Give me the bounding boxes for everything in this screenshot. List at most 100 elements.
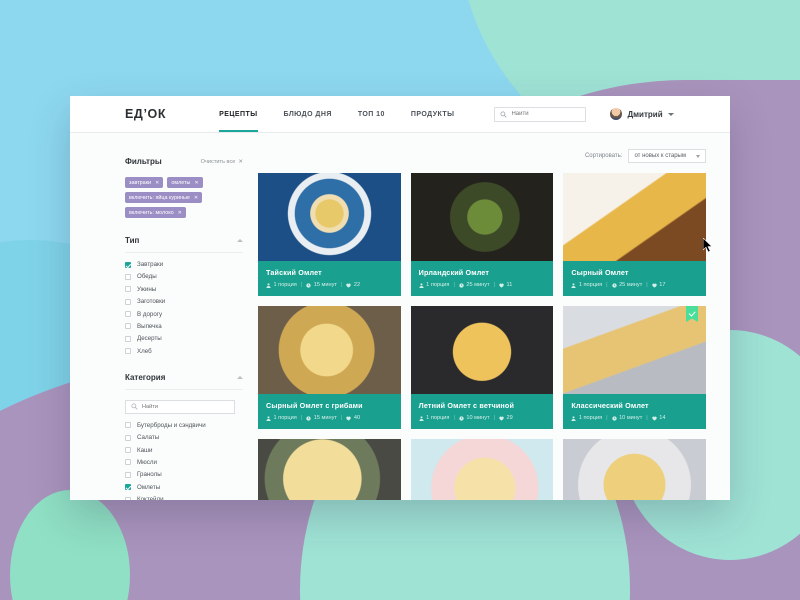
nav-item-3[interactable]: ПРОДУКТЫ [411,96,455,132]
recipe-servings: 1 порция [571,282,602,288]
checkbox-icon[interactable] [125,298,131,305]
person-icon [571,282,576,288]
type-option-label: Выпечка [137,322,162,330]
type-option-label: В дорогу [137,310,163,318]
category-option[interactable]: Каши [125,447,243,454]
meta-separator: | [646,282,648,288]
category-section-header[interactable]: Категория [125,373,243,390]
type-option[interactable]: Десерты [125,335,243,342]
recipe-image [563,439,706,500]
category-option[interactable]: Салаты [125,434,243,441]
recipe-servings: 1 порция [266,282,297,288]
recipe-likes[interactable]: 29 [499,415,513,421]
recipe-meta: 1 порция | 15 минут | 22 [266,282,393,288]
category-option[interactable]: Омлеты [125,484,243,491]
browser-window: ЕД’ОК РЕЦЕПТЫ БЛЮДО ДНЯ ТОП 10 ПРОДУКТЫ Дми… [70,96,730,500]
type-section-header[interactable]: Тип [125,236,243,253]
category-search-input[interactable] [142,403,229,410]
checkbox-icon[interactable] [125,434,131,441]
close-icon[interactable]: ✕ [194,180,198,186]
recipe-likes[interactable]: 17 [651,282,665,288]
category-option[interactable]: Бутерброды и сэндвичи [125,422,243,429]
type-option[interactable]: Завтраки [125,261,243,268]
checkbox-icon[interactable] [125,459,131,466]
filter-chip[interactable]: завтраки ✕ [125,177,164,188]
checkbox-icon[interactable] [125,335,131,342]
heart-icon [346,283,352,288]
bookmark-check-icon[interactable] [686,306,698,322]
filter-chip[interactable]: включить: яйца куриные ✕ [125,192,203,203]
user-menu[interactable]: Дмитрий [610,108,674,120]
search-box[interactable] [494,106,587,122]
person-icon [266,282,271,288]
person-icon [266,415,271,421]
sort-select[interactable]: от новых к старым [628,149,706,163]
checkbox-icon[interactable] [125,261,131,268]
category-option[interactable]: Гранолы [125,471,243,478]
category-option[interactable]: Коктейли [125,496,243,500]
recipe-likes-value: 22 [353,282,361,288]
recipe-card[interactable] [410,439,554,500]
recipe-likes-value: 14 [659,415,666,421]
checkbox-icon[interactable] [125,348,131,355]
checkbox-icon[interactable] [125,422,131,429]
recipe-card[interactable]: Классический Омлет 1 порция | 10 минут | 14 [563,306,706,429]
close-icon[interactable]: ✕ [178,210,182,216]
recipe-time-value: 10 минут [619,415,643,421]
recipe-card[interactable]: Тайский Омлет 1 порция | 15 минут | 22 [258,173,401,296]
recipe-card[interactable]: Ирландский Омлет 1 порция | 25 минут | 11 [410,173,554,296]
close-icon[interactable]: ✕ [155,180,159,186]
recipe-card[interactable] [258,439,401,500]
type-option-label: Десерты [137,335,162,343]
recipe-meta: 1 порция | 25 минут | 11 [419,282,546,288]
checkbox-icon[interactable] [125,471,131,478]
filter-chip[interactable]: включить: молоко ✕ [125,207,187,218]
category-option[interactable]: Мюсли [125,459,243,466]
category-section-title: Категория [125,372,166,382]
sort-bar: Сортировать: от новых к старым [258,147,706,165]
recipe-card[interactable]: Сырный Омлет 1 порция | 25 минут | 17 [563,173,706,296]
type-option[interactable]: Хлеб [125,348,243,355]
site-logo[interactable]: ЕД’ОК [125,107,166,121]
close-icon[interactable]: ✕ [194,195,198,201]
nav-item-1[interactable]: БЛЮДО ДНЯ [284,96,332,132]
checkbox-icon[interactable] [125,496,131,500]
checkbox-icon[interactable] [125,311,131,318]
checkbox-icon[interactable] [125,323,131,330]
recipe-caption: Сырный Омлет 1 порция | 25 минут | 17 [563,261,706,296]
type-option[interactable]: Ужины [125,286,243,293]
recipe-card[interactable] [563,439,706,500]
recipe-servings-value: 1 порция [578,282,603,288]
recipe-time-value: 25 минут [466,282,490,288]
checkbox-icon[interactable] [125,484,131,491]
meta-separator: | [493,282,496,288]
type-option[interactable]: В дорогу [125,311,243,318]
checkbox-icon[interactable] [125,447,131,454]
chevron-down-icon [696,154,700,158]
recipe-card[interactable]: Летний Омлет с ветчиной 1 порция | 10 минут… [410,306,554,429]
category-search-box[interactable] [125,399,235,414]
type-option[interactable]: Выпечка [125,323,243,330]
search-input[interactable] [511,111,581,117]
recipe-likes[interactable]: 14 [651,415,666,421]
nav-item-0[interactable]: РЕЦЕПТЫ [219,96,258,132]
heart-icon [346,416,352,421]
type-option[interactable]: Обеды [125,273,243,280]
nav-item-2[interactable]: ТОП 10 [358,96,385,132]
recipe-likes[interactable]: 22 [346,282,360,288]
meta-separator: | [646,415,648,421]
filter-chip[interactable]: омлеты ✕ [167,177,203,188]
recipe-title: Тайский Омлет [266,268,322,277]
main-nav: РЕЦЕПТЫ БЛЮДО ДНЯ ТОП 10 ПРОДУКТЫ [219,96,480,132]
checkbox-icon[interactable] [125,273,131,280]
category-options-list: Бутерброды и сэндвичи Салаты Каши Мюсли Гран… [125,422,243,500]
recipe-likes[interactable]: 40 [346,415,360,421]
category-option-label: Мюсли [137,458,157,466]
recipe-card[interactable]: Сырный Омлет с грибами 1 порция | 15 минут |… [258,306,401,429]
clear-all-filters-button[interactable]: Очистить все ✕ [201,159,243,165]
checkbox-icon[interactable] [125,286,131,293]
recipe-likes[interactable]: 11 [499,282,512,288]
type-option[interactable]: Заготовки [125,298,243,305]
meta-separator: | [300,282,303,288]
heart-icon [499,283,504,288]
